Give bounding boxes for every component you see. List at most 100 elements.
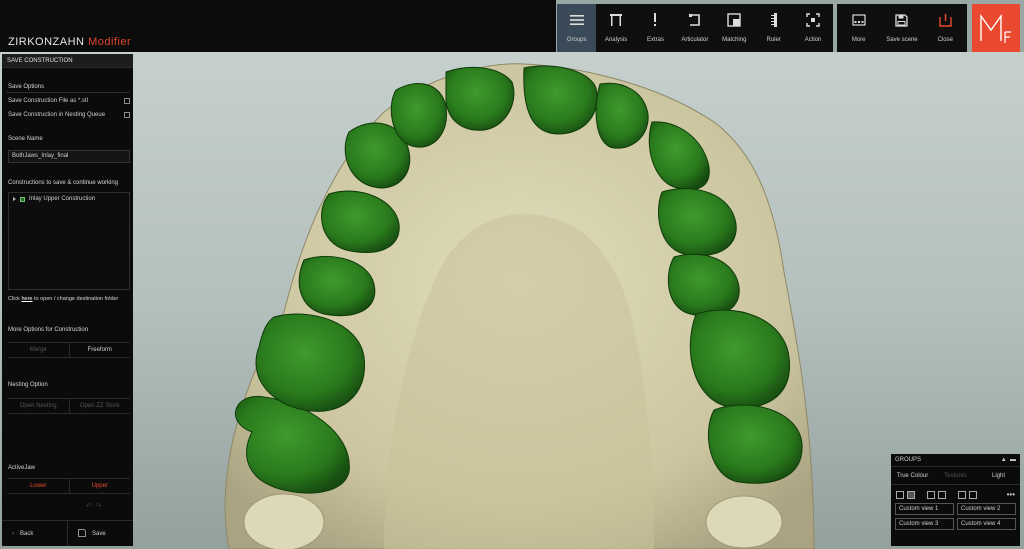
open-zz-store-button[interactable]: Open ZZ Store	[68, 398, 130, 414]
upper-jaw-model[interactable]	[134, 52, 889, 549]
toolbar-close-label: Close	[937, 37, 953, 43]
toolbar-analysis-label: Analysis	[604, 37, 628, 43]
groups-header-controls: ▲ ▬	[1001, 457, 1016, 463]
view-top-icon[interactable]	[958, 490, 966, 499]
more-icon	[851, 12, 867, 28]
merge-button[interactable]: Merge	[8, 342, 69, 358]
tooth-left-6[interactable]	[390, 83, 448, 148]
back-button[interactable]: ‹ Back	[2, 521, 67, 546]
app-module: Modifier	[88, 36, 132, 48]
toolbar-articulator-label: Articulator	[681, 37, 709, 43]
destination-folder-link[interactable]: here	[21, 296, 32, 302]
expand-arrow-icon[interactable]	[13, 197, 16, 201]
tab-true-colour[interactable]: True Colour	[891, 467, 934, 484]
secondary-toolbar: More Save scene Close	[837, 4, 967, 52]
stl-option-checkbox[interactable]	[124, 98, 130, 104]
exclamation-icon	[647, 12, 663, 28]
tooth-central-right[interactable]	[523, 65, 598, 135]
groups-title: GROUPS	[895, 457, 922, 463]
tooth-unprepared-left[interactable]	[243, 493, 325, 549]
chevron-left-icon: ‹	[12, 530, 14, 537]
toolbar-groups-button[interactable]: Groups	[557, 4, 597, 52]
stl-option-row[interactable]: Save Construction File as *.stl	[8, 98, 130, 104]
active-jaw-row: Lower Upper	[8, 478, 130, 494]
dental-model-viewport[interactable]	[134, 52, 889, 549]
undo-redo-icons: ↶ ↷	[86, 503, 102, 510]
toolbar-action-label: Action	[804, 37, 822, 43]
articulator-icon	[687, 12, 703, 28]
toolbar-save-scene-button[interactable]: Save scene	[880, 4, 923, 52]
toolbar-matching-button[interactable]: Matching	[715, 4, 754, 52]
nesting-option-label: Save Construction in Nesting Queue	[8, 112, 106, 118]
view-left-icon[interactable]	[927, 490, 935, 499]
toolbar-matching-label: Matching	[722, 37, 747, 43]
save-icon	[78, 528, 86, 539]
app-title: ZIRKONZAHN Modifier	[8, 36, 131, 48]
freeform-button[interactable]: Freeform	[68, 342, 130, 358]
save-options-heading: Save Options	[8, 84, 45, 90]
constructions-list: Inlay Upper Construction	[8, 192, 130, 290]
nesting-option-checkbox[interactable]	[124, 112, 130, 118]
construction-color-icon	[20, 196, 25, 202]
toolbar-extras-button[interactable]: Extras	[636, 4, 675, 52]
modifier-logo	[972, 4, 1020, 52]
construction-options-row: Merge Freeform	[8, 342, 130, 358]
minimize-icon[interactable]: ▬	[1010, 457, 1016, 463]
custom-view-1-button[interactable]: Custom view 1	[895, 503, 954, 515]
toolbar-more-label: More	[851, 37, 866, 43]
toolbar-articulator-button[interactable]: Articulator	[675, 4, 714, 52]
analysis-icon	[608, 12, 624, 28]
custom-views-grid: Custom view 1 Custom view 2 Custom view …	[891, 503, 1020, 530]
modifier-logo-mark	[980, 13, 1011, 43]
stl-option-label: Save Construction File as *.stl	[8, 98, 89, 104]
nesting-option-heading: Nesting Option	[8, 382, 48, 388]
view-bottom-icon[interactable]	[969, 490, 977, 499]
tab-light[interactable]: Light	[977, 467, 1020, 484]
toolbar-groups-label: Groups	[566, 37, 587, 43]
collapse-icon[interactable]: ▲	[1001, 457, 1007, 463]
custom-view-2-button[interactable]: Custom view 2	[957, 503, 1016, 515]
brand-bar: ZIRKONZAHN Modifier	[0, 0, 556, 52]
open-nesting-button[interactable]: Open Nesting	[8, 398, 69, 414]
toolbar-more-button[interactable]: More	[837, 4, 880, 52]
back-label: Back	[20, 530, 34, 537]
divider	[6, 92, 130, 93]
save-button[interactable]: Save	[67, 521, 133, 546]
hint-prefix: Click	[8, 296, 22, 302]
constructions-label: Constructions to save & continue working	[8, 180, 119, 186]
tooth-unprepared-right[interactable]	[705, 495, 783, 549]
toolbar-close-button[interactable]: Close	[924, 4, 967, 52]
floppy-icon	[894, 12, 910, 28]
matching-icon	[726, 12, 742, 28]
toolbar-analysis-button[interactable]: Analysis	[596, 4, 635, 52]
lower-jaw-button[interactable]: Lower	[8, 478, 69, 494]
toolbar-action-button[interactable]: Action	[793, 4, 832, 52]
custom-view-4-button[interactable]: Custom view 4	[957, 518, 1016, 530]
hint-suffix: to open / change destination folder	[32, 296, 119, 302]
custom-view-3-button[interactable]: Custom view 3	[895, 518, 954, 530]
toolbar-ruler-label: Ruler	[766, 37, 781, 43]
toolbar-save-scene-label: Save scene	[886, 37, 918, 43]
view-back-icon[interactable]	[907, 490, 915, 499]
ruler-icon	[766, 12, 782, 28]
close-icon	[937, 12, 953, 28]
view-front-icon[interactable]	[896, 490, 904, 499]
main-toolbar: Groups Analysis Extras Articulator Match…	[557, 4, 833, 52]
active-jaw-heading: ActiveJaw	[8, 465, 36, 471]
menu-icon	[569, 12, 585, 28]
more-options-heading: More Options for Construction	[8, 327, 89, 333]
upper-jaw-button[interactable]: Upper	[68, 478, 130, 494]
tab-textures[interactable]: Textures	[934, 467, 977, 484]
scene-name-input[interactable]: BothJaws_Inlay_final	[8, 150, 130, 163]
view-right-icon[interactable]	[938, 490, 946, 499]
groups-tabs: True Colour Textures Light	[891, 467, 1020, 485]
nesting-option-row[interactable]: Save Construction in Nesting Queue	[8, 112, 130, 118]
toolbar-ruler-button[interactable]: Ruler	[754, 4, 793, 52]
more-dots-icon[interactable]: •••	[1007, 490, 1015, 499]
groups-header: GROUPS ▲ ▬	[891, 454, 1020, 467]
panel-header: SAVE CONSTRUCTION	[2, 54, 133, 68]
action-icon	[805, 12, 821, 28]
panel-footer: ‹ Back Save	[2, 520, 133, 546]
list-item[interactable]: Inlay Upper Construction	[9, 193, 129, 205]
scene-name-label: Scene Name	[8, 136, 43, 142]
